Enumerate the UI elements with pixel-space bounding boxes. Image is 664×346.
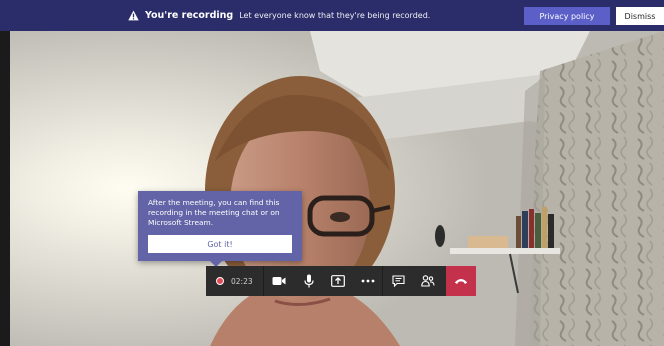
got-it-button[interactable]: Got it! [148, 235, 292, 253]
warning-icon [128, 10, 139, 21]
record-indicator-icon [216, 277, 224, 285]
microphone-icon [303, 274, 314, 288]
recording-status: 02:23 [206, 266, 263, 296]
banner-title: You're recording [145, 10, 234, 21]
meeting-window: You're recording Let everyone know that … [0, 0, 664, 346]
video-edge [0, 31, 10, 346]
participants-button[interactable] [413, 266, 443, 296]
video-scene [10, 31, 664, 346]
participants-icon [420, 275, 435, 287]
more-options-button[interactable] [353, 266, 383, 296]
recording-tooltip: After the meeting, you can find this rec… [138, 191, 302, 267]
recording-timer: 02:23 [231, 276, 253, 286]
video-feed [10, 31, 664, 346]
chat-icon [392, 275, 405, 287]
privacy-policy-button[interactable]: Privacy policy [524, 7, 610, 25]
share-screen-button[interactable] [323, 266, 353, 296]
microphone-button[interactable] [294, 266, 324, 296]
banner-text: Let everyone know that they're being rec… [239, 11, 431, 20]
camera-button[interactable] [264, 266, 294, 296]
recording-banner: You're recording Let everyone know that … [0, 0, 664, 31]
camera-icon [272, 277, 286, 285]
hang-up-button[interactable] [446, 266, 476, 296]
tooltip-text: After the meeting, you can find this rec… [148, 198, 280, 227]
dismiss-button[interactable]: Dismiss [616, 7, 664, 25]
more-options-icon [361, 279, 375, 283]
chat-button[interactable] [383, 266, 413, 296]
share-screen-icon [331, 275, 345, 287]
hang-up-icon [454, 279, 468, 284]
banner-message: You're recording Let everyone know that … [128, 0, 430, 31]
call-control-bar: 02:23 [206, 266, 476, 296]
